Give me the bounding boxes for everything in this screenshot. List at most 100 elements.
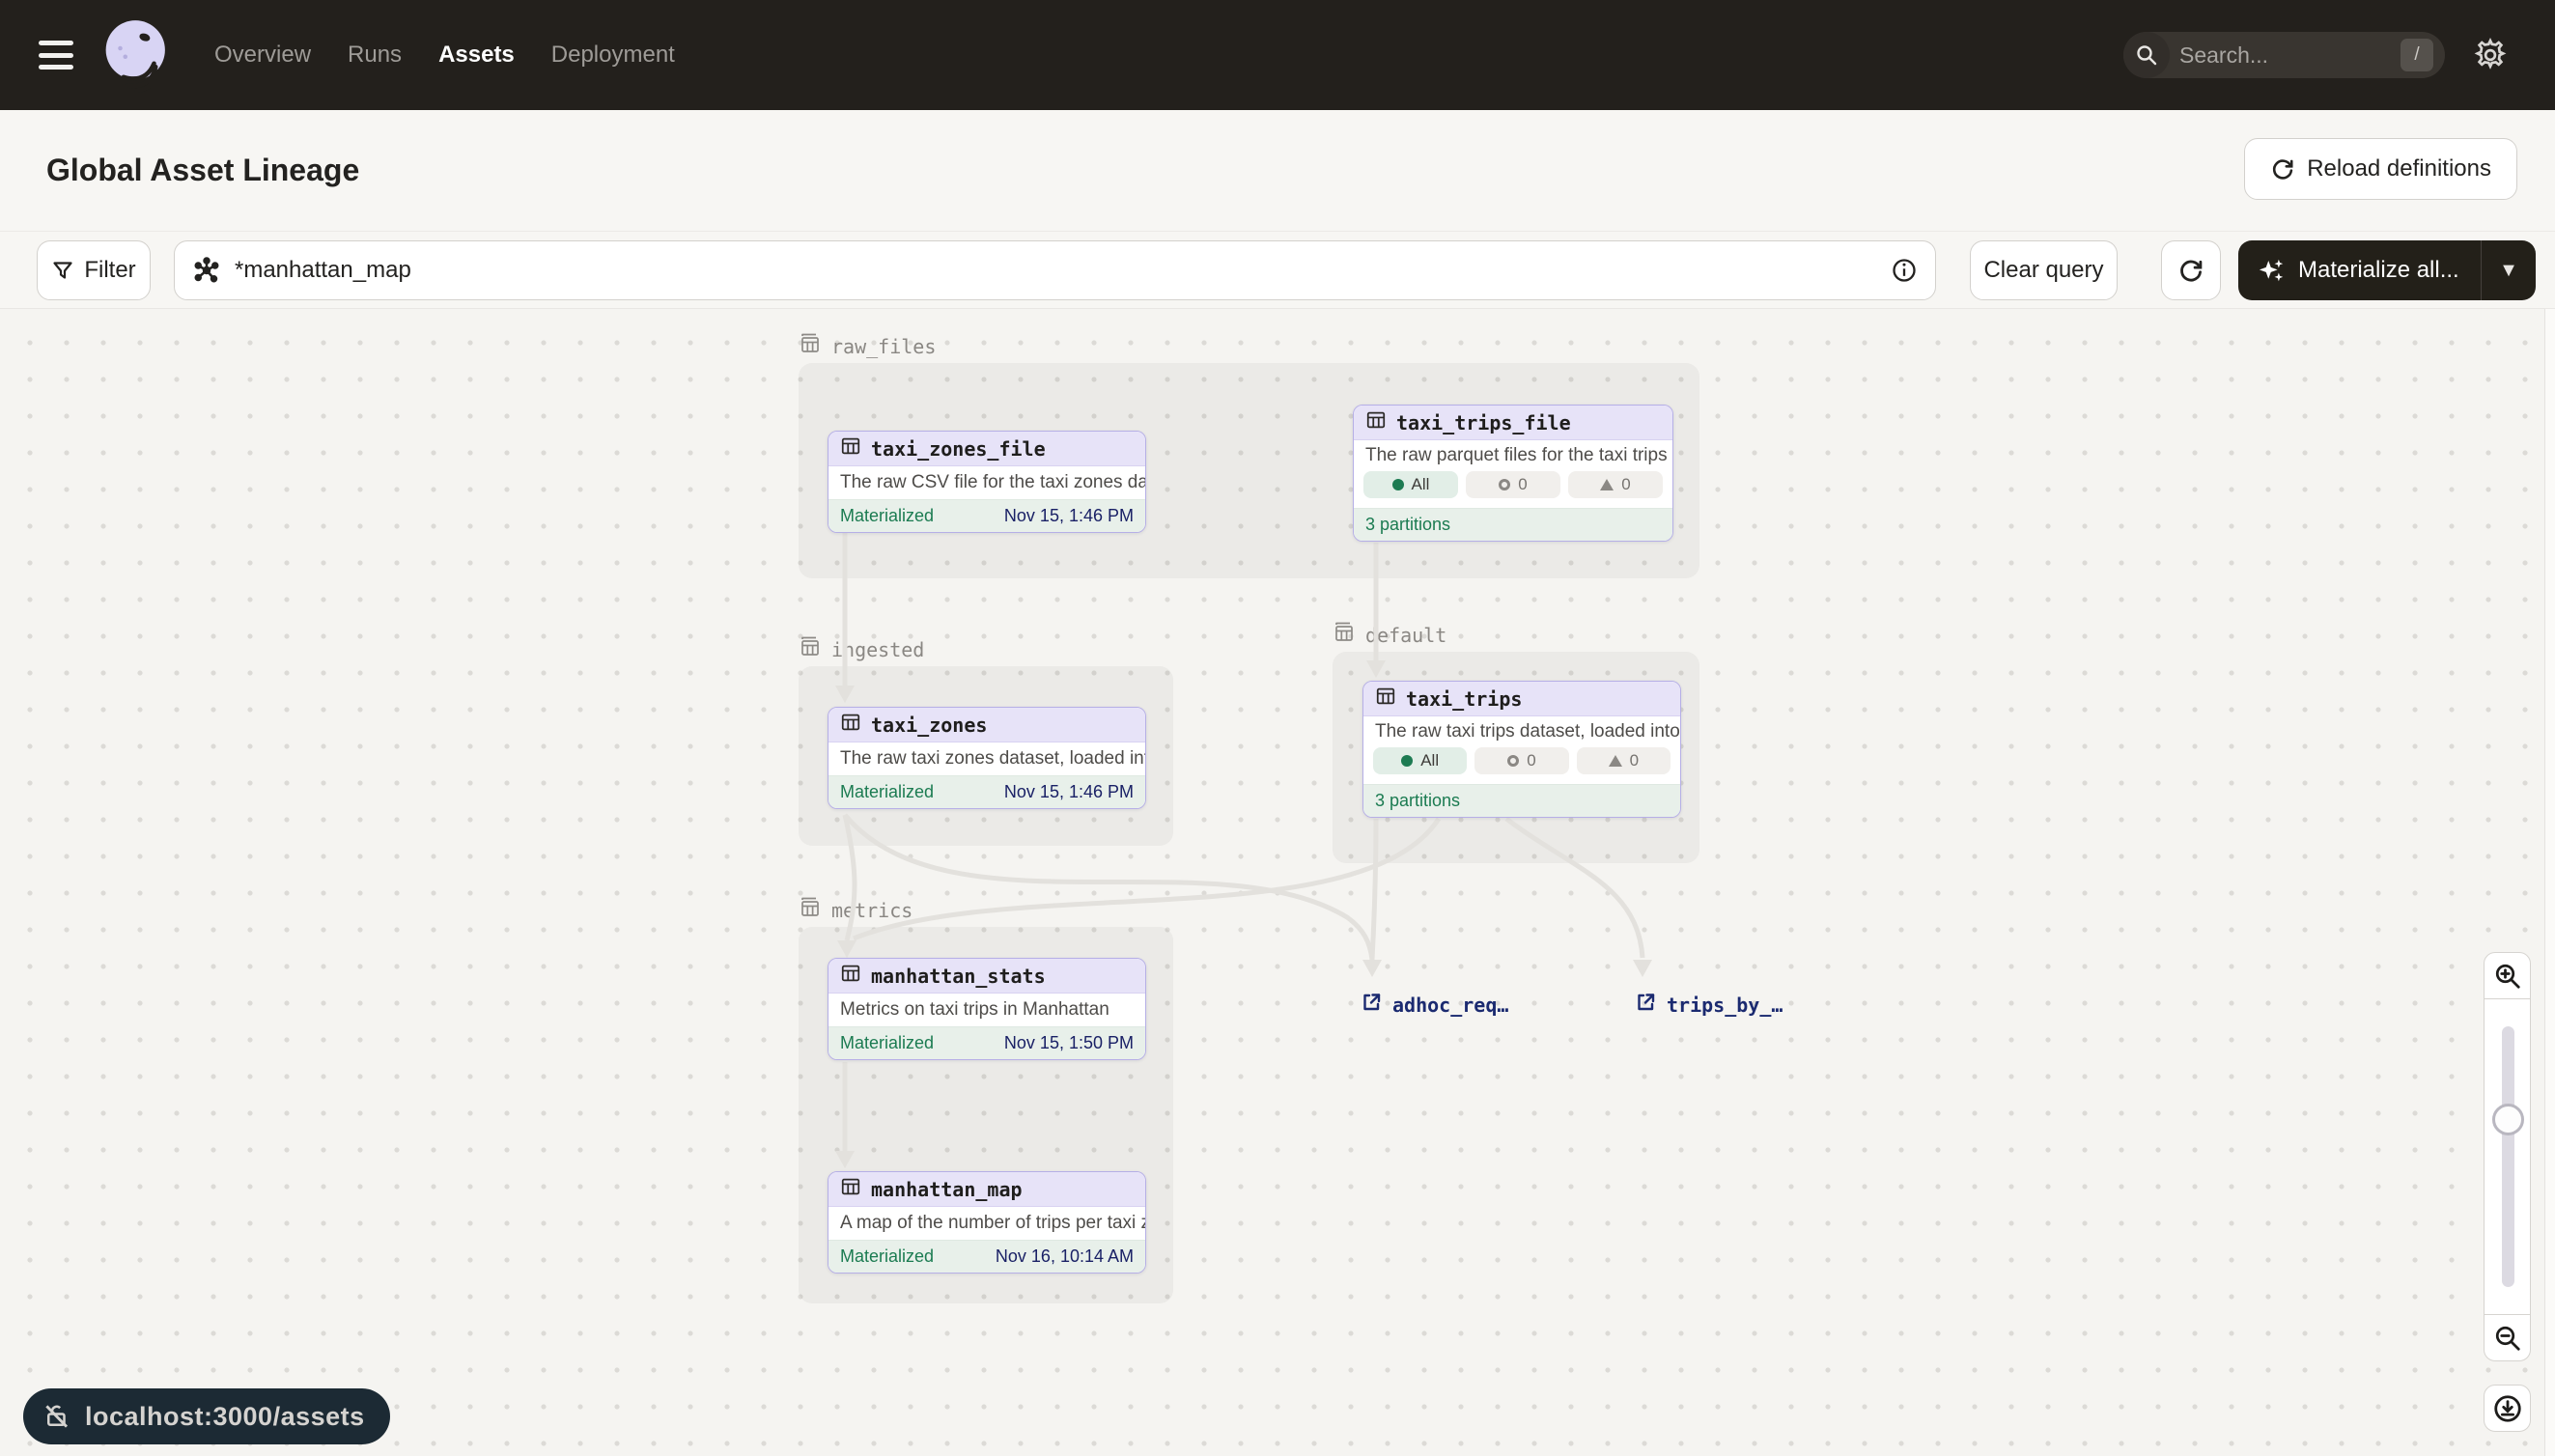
asset-name: taxi_zones_file (871, 437, 1046, 461)
partition-badge: 0 (1577, 747, 1671, 774)
materialize-all-button[interactable]: Materialize all... ▼ (2238, 240, 2536, 300)
ring-icon (1507, 755, 1519, 767)
partition-badges: All 00 (1354, 471, 1672, 508)
asset-name: taxi_zones (871, 714, 987, 737)
reload-definitions-button[interactable]: Reload definitions (2244, 138, 2517, 200)
materialize-dropdown-caret[interactable]: ▼ (2482, 260, 2536, 282)
vertical-scrollbar[interactable] (2544, 309, 2555, 1456)
asset-node-taxi_zones[interactable]: taxi_zones The raw taxi zones dataset, l… (828, 707, 1146, 809)
asset-node-taxi_trips_file[interactable]: taxi_trips_file The raw parquet files fo… (1353, 405, 1673, 542)
download-icon (2492, 1393, 2523, 1424)
page-title: Global Asset Lineage (46, 153, 359, 188)
asset-node-manhattan_map[interactable]: manhattan_map A map of the number of tri… (828, 1171, 1146, 1274)
asset-node-footer: MaterializedNov 15, 1:46 PM (828, 499, 1145, 532)
refresh-graph-button[interactable] (2161, 240, 2221, 300)
asset-description: The raw taxi trips dataset, loaded into … (1363, 716, 1680, 747)
partition-badges: All 00 (1363, 747, 1680, 784)
download-graph-button[interactable] (2484, 1385, 2531, 1432)
zoom-out-button[interactable] (2484, 1314, 2531, 1361)
asset-name: manhattan_stats (871, 965, 1046, 988)
external-asset-adhoc_request[interactable]: adhoc_req… (1360, 991, 1508, 1019)
group-table-icon (799, 635, 822, 663)
page-header: Global Asset Lineage Reload definitions (0, 110, 2555, 232)
asset-node-footer: MaterializedNov 15, 1:50 PM (828, 1026, 1145, 1059)
group-label-ingested[interactable]: ingested (799, 635, 924, 663)
asset-name: taxi_trips_file (1396, 411, 1571, 434)
external-link-icon (1360, 991, 1383, 1019)
zoom-slider-track[interactable] (2502, 1026, 2514, 1287)
partition-badge: All (1363, 471, 1458, 498)
external-link-icon (1634, 991, 1657, 1019)
lineage-canvas[interactable]: raw_files ingested default metrics (0, 309, 2555, 1456)
settings-gear-icon[interactable] (2472, 37, 2509, 73)
filled-dot-icon (1392, 479, 1404, 490)
browser-url-badge: localhost:3000/assets (23, 1388, 390, 1444)
zoom-in-button[interactable] (2484, 952, 2531, 999)
group-table-icon (1333, 621, 1356, 649)
asset-node-footer: Materialized Nov 15, 1:46 PM (828, 775, 1145, 808)
materialization-status: Materialized (840, 1246, 934, 1267)
search-input[interactable] (2179, 42, 2363, 69)
asset-node-taxi_zones_file[interactable]: taxi_zones_file The raw CSV file for the… (828, 431, 1146, 533)
global-search[interactable]: / (2123, 32, 2445, 78)
nav-item-assets[interactable]: Assets (438, 42, 515, 69)
menu-icon[interactable] (39, 41, 73, 70)
group-label-metrics[interactable]: metrics (799, 896, 912, 924)
asset-selection-input-box[interactable] (174, 240, 1936, 300)
asset-node-footer: Materialized Nov 16, 10:14 AM (828, 1240, 1145, 1273)
asset-node-header: manhattan_stats (828, 959, 1145, 994)
partition-badge: 0 (1466, 471, 1560, 498)
group-label-raw_files[interactable]: raw_files (799, 332, 936, 360)
asset-name: taxi_trips (1406, 687, 1522, 711)
graph-query-icon (192, 256, 221, 285)
materialization-status: 3 partitions (1365, 515, 1450, 535)
asset-name: manhattan_map (871, 1178, 1023, 1201)
zoom-out-icon (2493, 1324, 2522, 1353)
asset-node-taxi_trips[interactable]: taxi_trips The raw taxi trips dataset, l… (1362, 681, 1681, 818)
materialization-timestamp: Nov 16, 10:14 AM (996, 1246, 1134, 1267)
nav-links: Overview Runs Assets Deployment (214, 42, 675, 69)
asset-node-footer: 3 partitions (1363, 784, 1680, 817)
filter-button[interactable]: Filter (37, 240, 151, 300)
zoom-slider[interactable] (2484, 999, 2531, 1314)
materialization-timestamp: Nov 15, 1:46 PM (1004, 506, 1134, 526)
url-text: localhost:3000/assets (85, 1402, 365, 1432)
materialization-timestamp: Nov 15, 1:46 PM (1004, 782, 1134, 802)
nav-item-runs[interactable]: Runs (348, 42, 402, 69)
asset-description: A map of the number of trips per taxi z.… (828, 1207, 1145, 1240)
insecure-lock-icon (42, 1402, 71, 1431)
search-icon (2123, 32, 2170, 78)
partition-badge: All (1373, 747, 1467, 774)
asset-node-footer: 3 partitions (1354, 508, 1672, 541)
materialization-status: Materialized (840, 782, 934, 802)
nav-item-overview[interactable]: Overview (214, 42, 311, 69)
triangle-icon (1609, 755, 1622, 767)
clear-query-button[interactable]: Clear query (1970, 240, 2118, 300)
asset-node-header: manhattan_map (828, 1172, 1145, 1207)
asset-node-header: taxi_trips_file (1354, 406, 1672, 440)
asset-node-header: taxi_zones (828, 708, 1145, 742)
asset-node-header: taxi_trips (1363, 682, 1680, 716)
dagster-logo[interactable] (97, 14, 178, 96)
top-navbar: Overview Runs Assets Deployment / (0, 0, 2555, 110)
nav-item-deployment[interactable]: Deployment (551, 42, 675, 69)
funnel-icon (51, 259, 74, 282)
table-icon (1375, 686, 1396, 712)
asset-selection-input[interactable] (235, 257, 1891, 284)
asset-description: The raw taxi zones dataset, loaded int..… (828, 742, 1145, 775)
asset-description: Metrics on taxi trips in Manhattan (828, 994, 1145, 1026)
partition-badge: 0 (1568, 471, 1663, 498)
zoom-slider-handle[interactable] (2492, 1104, 2524, 1135)
table-icon (840, 435, 861, 462)
partition-badge: 0 (1474, 747, 1568, 774)
materialization-status: 3 partitions (1375, 791, 1460, 811)
table-icon (840, 712, 861, 738)
external-asset-trips_by[interactable]: trips_by_… (1634, 991, 1783, 1019)
info-icon[interactable] (1891, 257, 1918, 284)
asset-node-manhattan_stats[interactable]: manhattan_stats Metrics on taxi trips in… (828, 958, 1146, 1060)
table-icon (840, 963, 861, 989)
zoom-panel (2484, 952, 2531, 1432)
refresh-icon (2270, 156, 2295, 182)
search-shortcut-key: / (2401, 39, 2433, 71)
group-label-default[interactable]: default (1333, 621, 1446, 649)
